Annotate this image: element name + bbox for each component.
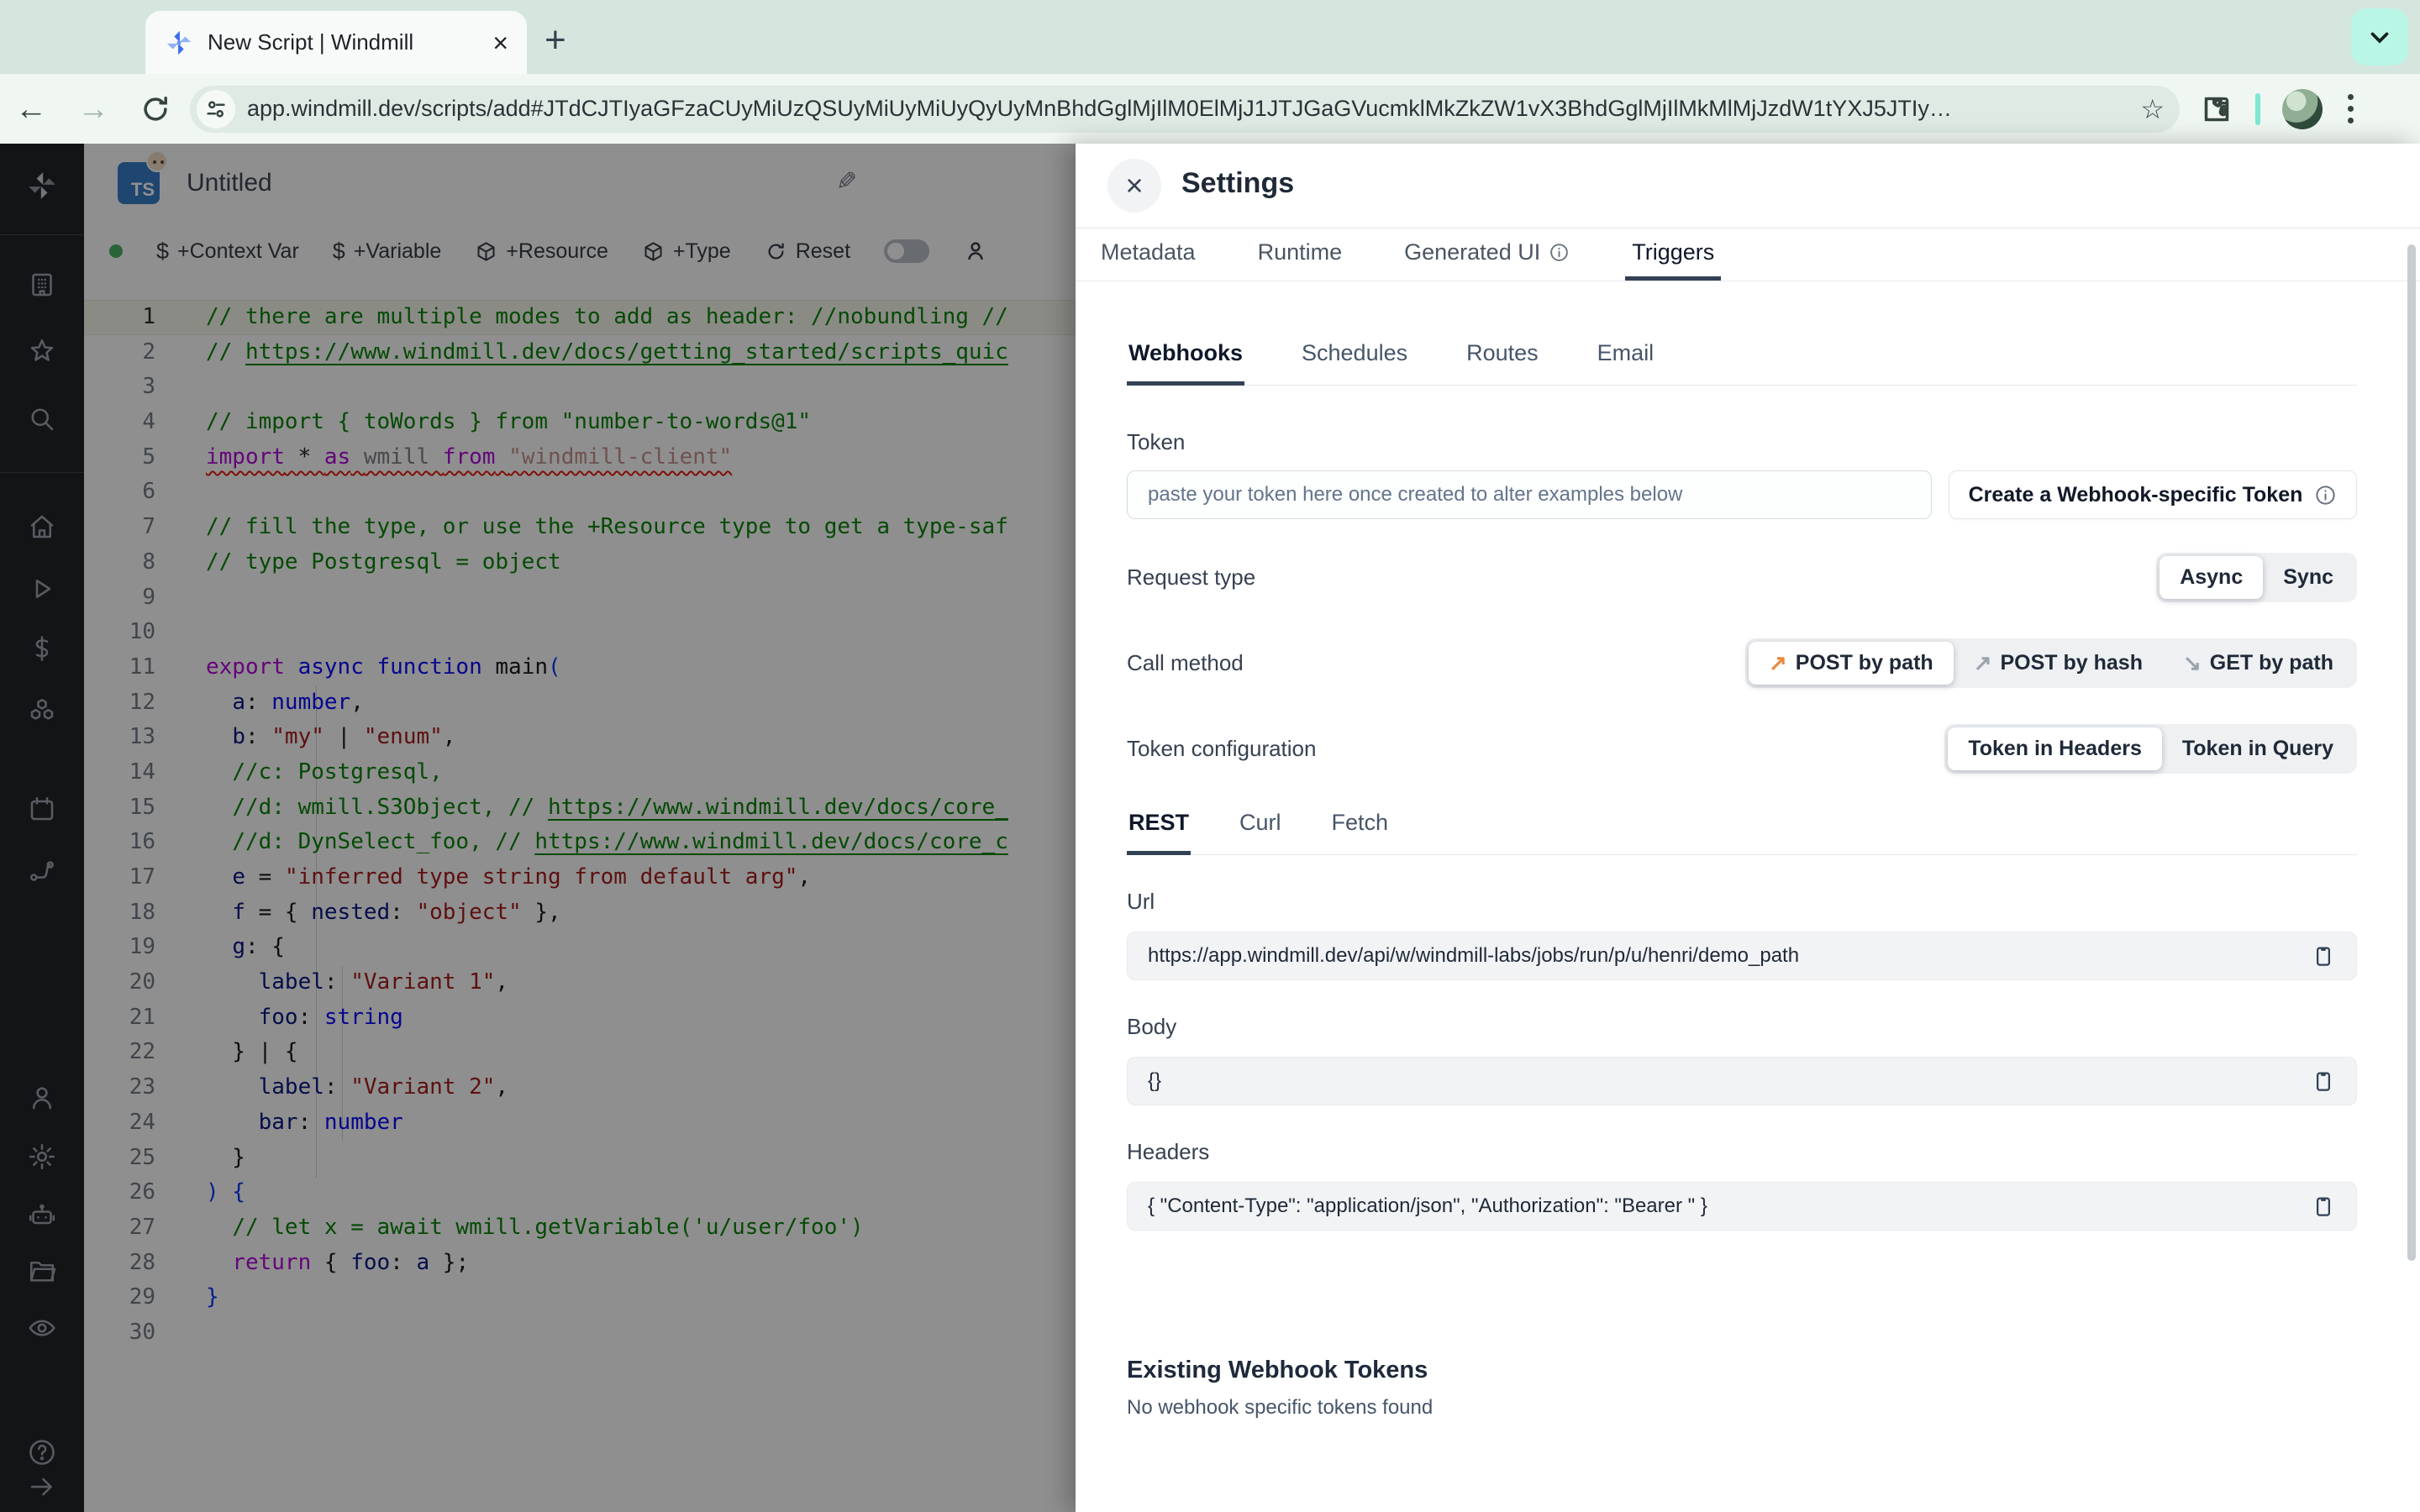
existing-tokens-title: Existing Webhook Tokens xyxy=(1127,1357,1428,1383)
drawer-title: Settings xyxy=(1181,167,1295,199)
call-method-option-post-by-hash[interactable]: ↗ POST by hash xyxy=(1954,642,2163,685)
settings-tab-content: Webhooks Schedules Routes Email Token paste… xyxy=(1076,281,2420,1512)
back-button[interactable]: ← xyxy=(0,93,62,125)
token-configuration-segmented-control: Token in Headers Token in Query xyxy=(1944,723,2357,774)
snippet-tab-bar: REST Curl Fetch xyxy=(1127,810,2357,855)
tab-metadata[interactable]: Metadata xyxy=(1094,228,1202,281)
url-value: https://app.windmill.dev/api/w/windmill-… xyxy=(1148,944,1800,967)
token-configuration-label: Token configuration xyxy=(1127,735,1317,761)
subtab-routes[interactable]: Routes xyxy=(1465,340,1540,386)
url-label: Url xyxy=(1127,889,1155,914)
browser-tab[interactable]: New Script | Windmill × xyxy=(145,11,527,74)
arrow-icon: ↗ xyxy=(1768,650,1787,675)
call-method-option-post-by-path[interactable]: ↗ POST by path xyxy=(1748,641,1954,685)
url-text[interactable]: app.windmill.dev/scripts/add#JTdCJTIyaGF… xyxy=(247,96,2130,122)
forward-button[interactable]: → xyxy=(62,93,124,125)
settings-tab-bar: Metadata Runtime Generated UI Triggers xyxy=(1076,228,2420,281)
close-drawer-icon[interactable]: × xyxy=(1107,159,1161,213)
tab-strip-chevron-button[interactable] xyxy=(2351,8,2408,66)
create-webhook-token-button[interactable]: Create a Webhook-specific Token xyxy=(1949,470,2357,519)
browser-tab-strip: New Script | Windmill × + xyxy=(0,0,2420,74)
new-tab-button[interactable]: + xyxy=(544,22,566,59)
existing-tokens-empty: No webhook specific tokens found xyxy=(1127,1396,1434,1419)
call-method-option-get-by-path[interactable]: ↘ GET by path xyxy=(2163,642,2354,685)
site-settings-icon[interactable] xyxy=(197,89,235,129)
triggers-subtab-bar: Webhooks Schedules Routes Email xyxy=(1127,340,2357,386)
snippet-tab-curl[interactable]: Curl xyxy=(1238,810,1283,855)
drawer-dim-overlay[interactable] xyxy=(0,144,1076,1512)
subtab-email[interactable]: Email xyxy=(1596,340,1656,386)
tab-generated-ui[interactable]: Generated UI xyxy=(1397,228,1576,281)
call-method-row: Call method ↗ POST by path ↗ POST by hash ↘ GE… xyxy=(1127,635,2357,690)
copy-clipboard-icon xyxy=(2317,947,2330,966)
request-type-row: Request type Async Sync xyxy=(1127,549,2357,605)
subtab-schedules[interactable]: Schedules xyxy=(1300,340,1409,386)
token-configuration-option-token-in-query[interactable]: Token in Query xyxy=(2162,727,2354,770)
windmill-app: TS Untitled ✎ $ +Context Var $ +Variable +Re… xyxy=(0,144,2420,1512)
drawer-header: × Settings xyxy=(1076,144,2420,228)
body-field[interactable]: {} xyxy=(1127,1057,2357,1105)
browser-toolbar: ← → app.windmill.dev/scripts/add#JTdCJTI… xyxy=(0,74,2420,144)
drawer-scrollbar[interactable] xyxy=(2407,244,2416,1261)
body-value: {} xyxy=(1148,1069,1162,1092)
arrow-icon: ↘ xyxy=(2182,650,2202,675)
token-input[interactable]: paste your token here once created to al… xyxy=(1127,470,1932,519)
toolbar-separator xyxy=(2255,92,2260,125)
call-method-segmented-control: ↗ POST by path ↗ POST by hash ↘ GET by path xyxy=(1744,638,2357,688)
headers-field[interactable]: { "Content-Type": "application/json", "A… xyxy=(1127,1182,2357,1231)
call-method-label: Call method xyxy=(1127,649,1244,675)
token-configuration-option-token-in-headers[interactable]: Token in Headers xyxy=(1948,727,2162,770)
bookmark-star-icon[interactable]: ☆ xyxy=(2140,93,2165,125)
snippet-tab-fetch[interactable]: Fetch xyxy=(1330,810,1391,855)
tab-triggers[interactable]: Triggers xyxy=(1625,228,1722,281)
browser-menu-icon[interactable] xyxy=(2344,91,2357,127)
copy-clipboard-icon xyxy=(2317,1072,2330,1091)
url-field[interactable]: https://app.windmill.dev/api/w/windmill-… xyxy=(1127,932,2357,980)
browser-window: New Script | Windmill × + ← → app.windmi… xyxy=(0,0,2420,1512)
token-configuration-row: Token configuration Token in Headers Token… xyxy=(1127,721,2357,776)
copy-clipboard-icon xyxy=(2317,1197,2330,1216)
tab-runtime[interactable]: Runtime xyxy=(1251,228,1349,281)
windmill-favicon-icon xyxy=(164,28,194,58)
tab-title: New Script | Windmill xyxy=(208,29,414,55)
request-type-option-sync[interactable]: Sync xyxy=(2263,556,2354,599)
token-label: Token xyxy=(1127,429,1186,454)
snippet-tab-rest[interactable]: REST xyxy=(1127,810,1192,855)
url-bar[interactable]: app.windmill.dev/scripts/add#JTdCJTIyaGF… xyxy=(190,85,2180,133)
tab-close-icon[interactable]: × xyxy=(492,29,508,56)
settings-drawer: × Settings Metadata Runtime Generated UI Tr… xyxy=(1076,144,2420,1512)
refresh-button[interactable] xyxy=(124,93,187,125)
info-icon xyxy=(2316,485,2336,505)
headers-label: Headers xyxy=(1127,1139,1210,1164)
profile-avatar[interactable] xyxy=(2282,88,2323,129)
request-type-segmented-control: Async Sync xyxy=(2156,552,2357,602)
subtab-webhooks[interactable]: Webhooks xyxy=(1127,340,1245,386)
arrow-icon: ↗ xyxy=(1973,650,1992,675)
body-label: Body xyxy=(1127,1014,1177,1039)
headers-value: { "Content-Type": "application/json", "A… xyxy=(1148,1194,1707,1217)
request-type-label: Request type xyxy=(1127,564,1256,590)
request-type-option-async[interactable]: Async xyxy=(2160,555,2264,599)
extensions-icon[interactable] xyxy=(2200,92,2233,126)
